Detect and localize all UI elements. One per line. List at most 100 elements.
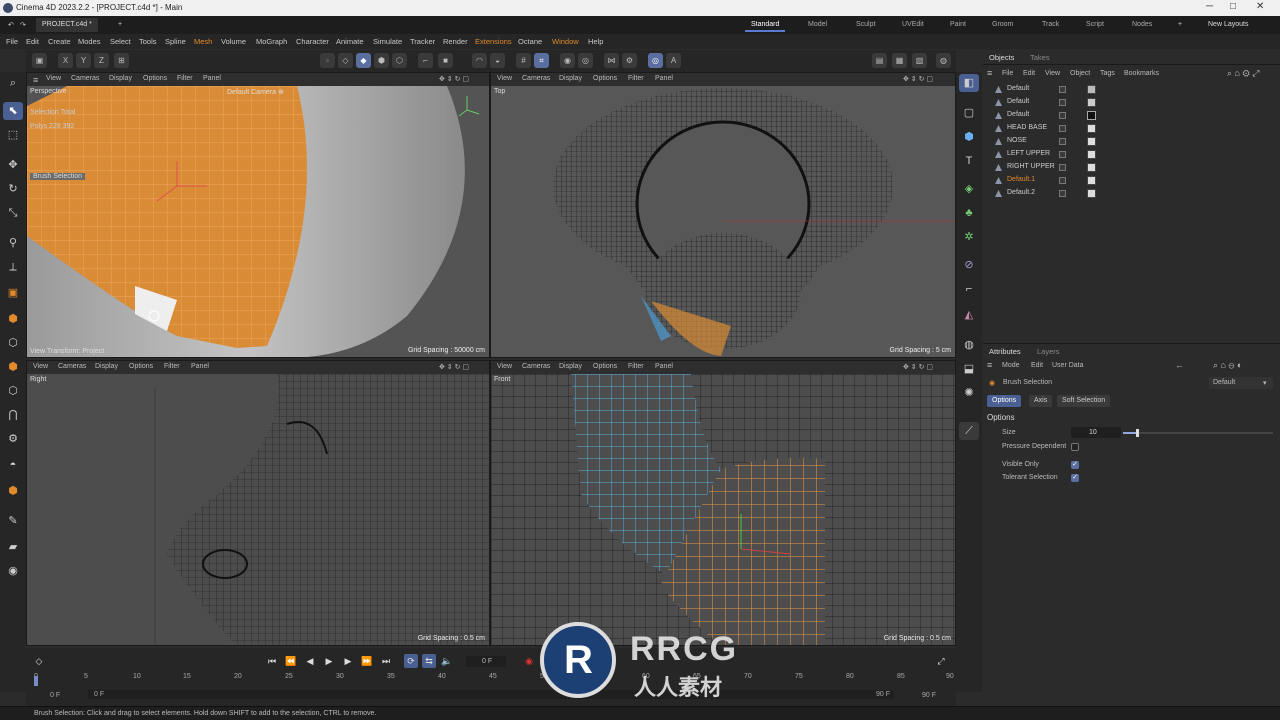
document-tab[interactable]: PROJECT.c4d *	[36, 18, 98, 32]
start-frame-field[interactable]: 0 F	[50, 692, 60, 699]
attr-menu-mode[interactable]: Mode	[1002, 362, 1020, 369]
keyframe-icon[interactable]: ◇	[32, 654, 46, 668]
vp-menu-display[interactable]: Display	[559, 363, 582, 370]
menu-simulate[interactable]: Simulate	[373, 37, 402, 46]
vp-menu-options[interactable]: Options	[593, 363, 617, 370]
back-arrow-icon[interactable]: ←	[1175, 360, 1184, 370]
workplane-icon[interactable]: ■	[438, 53, 453, 68]
vp-menu-display[interactable]: Display	[109, 75, 132, 82]
viewport-perspective[interactable]: ≡ View Cameras Display Options Filter Pa…	[26, 72, 490, 358]
vp-menu-cameras[interactable]: Cameras	[71, 75, 99, 82]
vp-menu-options[interactable]: Options	[129, 363, 153, 370]
deformer-icon[interactable]: ◈	[959, 180, 979, 198]
menu-modes[interactable]: Modes	[78, 37, 101, 46]
viewport-front[interactable]: View Cameras Display Options Filter Pane…	[490, 360, 956, 646]
obj-menu-edit[interactable]: Edit	[1023, 70, 1035, 77]
layout-paint[interactable]: Paint	[944, 18, 972, 32]
vp-menu-view[interactable]: View	[46, 75, 61, 82]
vp-menu-display[interactable]: Display	[95, 363, 118, 370]
obj-menu-bookmarks[interactable]: Bookmarks	[1124, 70, 1159, 77]
object-row[interactable]: Default	[989, 110, 1274, 122]
iron-icon[interactable]: ⚙	[3, 430, 23, 448]
menu-window[interactable]: Window	[552, 37, 579, 46]
vp-menu-cameras[interactable]: Cameras	[522, 75, 550, 82]
material-tag-icon[interactable]	[1087, 98, 1096, 107]
menu-character[interactable]: Character	[296, 37, 329, 46]
prev-frame-icon[interactable]: ◀	[303, 654, 317, 668]
attr-menu-user-data[interactable]: User Data	[1052, 362, 1084, 369]
object-row[interactable]: NOSE	[989, 136, 1274, 148]
polygon-pen-icon[interactable]: ⬡	[3, 382, 23, 400]
vp-nav-icons[interactable]: ✥ ⇕ ↻ ▢	[903, 75, 933, 83]
menu-animate[interactable]: Animate	[336, 37, 364, 46]
new-tab-icon[interactable]: +	[112, 18, 128, 32]
vp-menu-panel[interactable]: Panel	[655, 363, 673, 370]
menu-edit[interactable]: Edit	[26, 37, 39, 46]
visibility-dot[interactable]	[1059, 177, 1066, 184]
vp-menu-view[interactable]: View	[497, 75, 512, 82]
hamburger-icon[interactable]: ≡	[33, 75, 38, 85]
vp-menu-panel[interactable]: Panel	[655, 75, 673, 82]
render-region-icon[interactable]: ▤	[872, 53, 887, 68]
menu-select[interactable]: Select	[110, 37, 131, 46]
obj-menu-tags[interactable]: Tags	[1100, 70, 1115, 77]
menu-mograph[interactable]: MoGraph	[256, 37, 287, 46]
points-mode-icon[interactable]: ◦	[320, 53, 335, 68]
layout-standard[interactable]: Standard	[745, 18, 786, 32]
range-slider[interactable]: 0 F 90 F	[88, 690, 894, 699]
visibility-dot[interactable]	[1059, 190, 1066, 197]
scale-tool-icon[interactable]: ⤡	[3, 204, 23, 222]
size-slider-handle[interactable]	[1136, 429, 1139, 437]
play-icon[interactable]: ▶	[322, 654, 336, 668]
record-icon[interactable]: ◉	[522, 654, 536, 668]
minimize-button[interactable]: ─	[1206, 1, 1213, 12]
attr-menu-edit[interactable]: Edit	[1031, 362, 1043, 369]
material-tag-icon[interactable]	[1087, 111, 1096, 120]
render-camera-icon[interactable]: ⬓	[959, 360, 979, 378]
vp-menu-panel[interactable]: Panel	[191, 363, 209, 370]
field-icon[interactable]: ⊘	[959, 256, 979, 274]
bounce-icon[interactable]: ⇆	[422, 654, 436, 668]
object-row-selected[interactable]: Default.1	[989, 175, 1274, 187]
menu-help[interactable]: Help	[588, 37, 603, 46]
visibility-dot[interactable]	[1059, 125, 1066, 132]
vp-menu-view[interactable]: View	[33, 363, 48, 370]
add-layout-icon[interactable]: +	[1172, 18, 1188, 32]
visibility-dot[interactable]	[1059, 99, 1066, 106]
anim-icon[interactable]: A	[666, 53, 681, 68]
select-tool-icon[interactable]: ⬉	[3, 102, 23, 120]
quantize-icon[interactable]: ⌗	[534, 53, 549, 68]
lock-icon[interactable]: ◠	[472, 53, 487, 68]
globe-icon[interactable]: ◍	[959, 336, 979, 354]
box-select-icon[interactable]: ⬚	[3, 126, 23, 144]
vp-menu-cameras[interactable]: Cameras	[522, 363, 550, 370]
null-object-icon[interactable]: ▢	[959, 104, 979, 122]
paint-icon[interactable]: ⟋	[959, 422, 979, 440]
model-mode-icon[interactable]: ▣	[32, 53, 47, 68]
bevel-icon[interactable]: ⬡	[3, 334, 23, 352]
layout-sculpt[interactable]: Sculpt	[850, 18, 881, 32]
preset-dropdown[interactable]: Default ▾	[1209, 377, 1273, 389]
obj-menu-view[interactable]: View	[1045, 70, 1060, 77]
line-cut-icon[interactable]: ⟂	[3, 258, 23, 276]
light-object-icon[interactable]: ◭	[959, 306, 979, 324]
text-tool-icon[interactable]: T	[959, 152, 979, 170]
material-tag-icon[interactable]	[1087, 137, 1096, 146]
layout-groom[interactable]: Groom	[986, 18, 1019, 32]
vp-menu-display[interactable]: Display	[559, 75, 582, 82]
viewport-top[interactable]: View Cameras Display Options Filter Pane…	[490, 72, 956, 358]
maximize-button[interactable]: □	[1230, 1, 1236, 12]
material-tag-icon[interactable]	[1087, 163, 1096, 172]
hamburger-icon[interactable]: ≡	[987, 360, 992, 370]
grid-snap-icon[interactable]: #	[516, 53, 531, 68]
object-mode-icon[interactable]: ⬡	[392, 53, 407, 68]
solo-hierarchy-icon[interactable]: ◎	[578, 53, 593, 68]
vp-nav-icons[interactable]: ✥ ⇕ ↻ ▢	[439, 363, 469, 371]
next-key-icon[interactable]: ⏩	[360, 654, 374, 668]
object-row[interactable]: Default	[989, 97, 1274, 109]
axis-mode-icon[interactable]: ⌐	[418, 53, 433, 68]
menu-spline[interactable]: Spline	[165, 37, 186, 46]
obj-menu-object[interactable]: Object	[1070, 70, 1090, 77]
object-row[interactable]: HEAD BASE	[989, 123, 1274, 135]
pressure-checkbox[interactable]	[1071, 443, 1079, 451]
